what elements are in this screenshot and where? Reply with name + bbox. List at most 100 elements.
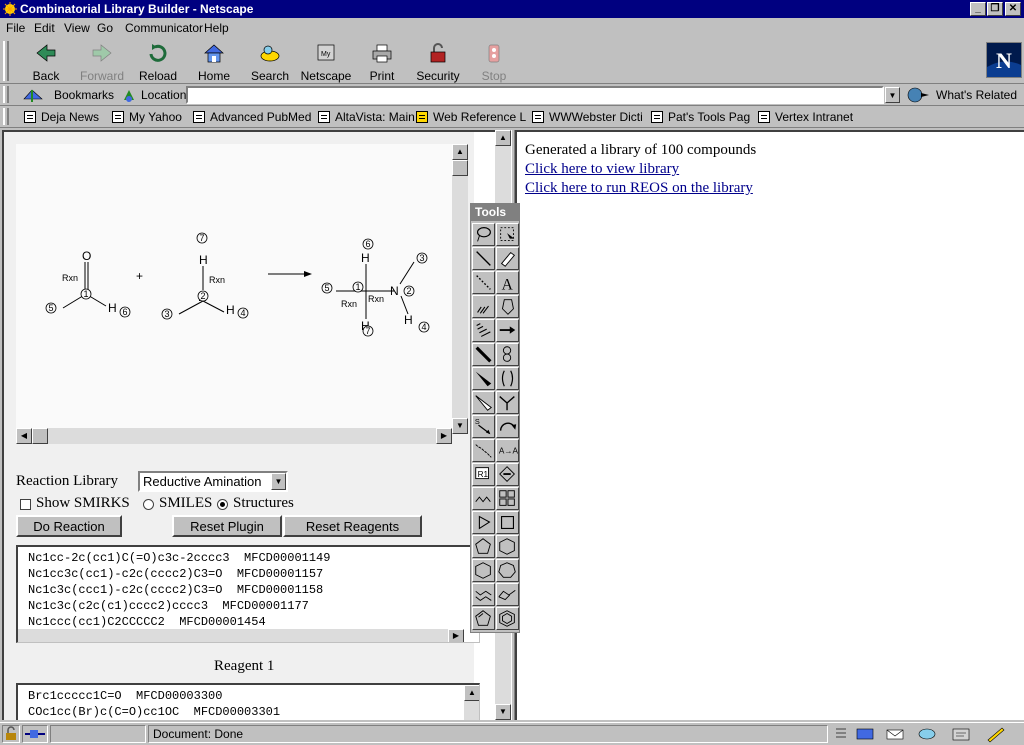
scroll-left-arrow[interactable]: ◀ [16,428,32,444]
bookmark-web-reference[interactable]: Web Reference L [416,110,526,124]
eraser-button[interactable] [496,247,519,270]
play-button[interactable] [472,511,495,534]
cycloheptane-button[interactable] [496,559,519,582]
menu-edit[interactable]: Edit [34,21,55,35]
list-vertical-scrollbar[interactable]: ▲ [464,685,479,720]
cyclohexane-button[interactable] [496,535,519,558]
scroll-up-arrow[interactable]: ▲ [464,685,479,701]
print-button[interactable]: Print [354,42,410,83]
scroll-right-arrow[interactable]: ▶ [436,428,452,444]
template-tool-button[interactable] [496,487,519,510]
show-smirks-checkbox[interactable] [20,499,31,510]
select-dropdown-icon[interactable]: ▼ [271,473,286,490]
menu-communicator[interactable]: Communicator [125,21,203,35]
security-status-icon[interactable] [2,725,20,743]
structures-radio[interactable] [217,499,228,510]
reset-plugin-button[interactable]: Reset Plugin [172,515,282,537]
canvas-horizontal-scrollbar[interactable]: ◀ ▶ [16,428,452,444]
stereo-bond-button[interactable]: S [472,415,495,438]
scroll-thumb[interactable] [32,428,48,444]
cyclopentane-button[interactable] [472,535,495,558]
arrow-tool-button[interactable] [496,319,519,342]
lasso-tool-button[interactable] [472,223,495,246]
location-grip[interactable] [3,86,9,103]
edit-pencil-icon[interactable] [984,725,1008,743]
bookmark-pats-tools[interactable]: Pat's Tools Pag [651,110,750,124]
personal-grip[interactable] [3,108,9,125]
netscape-logo[interactable]: N [986,42,1022,78]
back-button[interactable]: Back [18,42,74,83]
forward-button[interactable]: Forward [74,42,130,83]
bookmark-vertex-intranet[interactable]: Vertex Intranet [758,110,853,124]
ring-chair-button[interactable] [496,583,519,606]
do-reaction-button[interactable]: Do Reaction [16,515,122,537]
bookmark-webster[interactable]: WWWebster Dicti [532,110,643,124]
bookmark-advanced-pubmed[interactable]: Advanced PubMed [193,110,311,124]
location-dropdown-button[interactable]: ▼ [885,87,900,103]
bracket-tool-button[interactable] [496,367,519,390]
scroll-right-arrow[interactable]: ▶ [448,629,464,642]
bookmark-altavista[interactable]: AltaVista: Main [318,110,415,124]
wavy-bond-button[interactable] [472,439,495,462]
hashed-bond-button[interactable] [472,295,495,318]
r-group-button[interactable]: R1 [472,463,495,486]
arc-tool-button[interactable] [496,415,519,438]
close-button[interactable]: ✕ [1005,2,1021,16]
dashed-bond-button[interactable] [472,271,495,294]
reagent-list-2[interactable]: Brc1ccccc1C=O MFCD00003300 COc1cc(Br)c(C… [16,683,480,720]
cyclohexane-alt-button[interactable] [472,559,495,582]
bookmark-my-yahoo[interactable]: My Yahoo [112,110,182,124]
cyclopentadiene-button[interactable] [472,607,495,630]
hollow-wedge-button[interactable] [472,391,495,414]
location-input[interactable] [186,86,884,104]
scroll-up-arrow[interactable]: ▲ [495,130,511,146]
mailbox-icon[interactable] [884,725,906,743]
query-tool-button[interactable] [496,463,519,486]
menu-file[interactable]: File [6,21,25,35]
rectangle-button[interactable] [496,511,519,534]
cyclooctane-button[interactable] [472,583,495,606]
reaction-canvas[interactable]: O H H N H + H H N H Rxn Rxn Rxn Rxn [16,144,454,434]
stop-button[interactable]: Stop [466,42,522,83]
benzene-button[interactable] [496,607,519,630]
text-tool-button[interactable]: A [496,271,519,294]
netscape-button[interactable]: My Netscape [298,42,354,83]
reset-reagents-button[interactable]: Reset Reagents [283,515,422,537]
bold-bond-button[interactable] [472,343,495,366]
reaction-library-select[interactable]: Reductive Amination ▼ [138,471,288,492]
discussion-icon[interactable] [916,725,938,743]
minimize-button[interactable]: _ [970,2,986,16]
scroll-down-arrow[interactable]: ▼ [495,704,511,720]
chain-bond-button[interactable] [472,487,495,510]
orbital-tool-button[interactable] [496,343,519,366]
home-button[interactable]: Home [186,42,242,83]
security-button[interactable]: Security [410,42,466,83]
run-reos-link[interactable]: Click here to run REOS on the library [525,180,753,197]
maximize-button[interactable]: ❐ [987,2,1003,16]
tools-title[interactable]: Tools [471,204,519,221]
chain-tool-button[interactable] [496,391,519,414]
menu-view[interactable]: View [64,21,90,35]
select-tool-button[interactable] [496,223,519,246]
bookmarks-button[interactable]: Bookmarks [54,88,114,102]
list-horizontal-scrollbar[interactable]: ▶ [18,629,464,642]
atom-map-button[interactable]: A→A [496,439,519,462]
menu-help[interactable]: Help [204,21,229,35]
hashed-wedge-button[interactable] [472,319,495,342]
scroll-up-arrow[interactable]: ▲ [452,144,468,160]
reagent-list-1[interactable]: Nc1cc-2c(cc1)C(=O)c3c-2cccc3 MFCD0000114… [16,545,480,643]
single-bond-button[interactable] [472,247,495,270]
navigator-icon[interactable] [854,725,876,743]
page-proxy-icon[interactable] [121,87,137,103]
component-grip-icon[interactable] [832,725,850,743]
composer-icon[interactable] [950,725,972,743]
scroll-down-arrow[interactable]: ▼ [452,418,468,434]
pen-tool-button[interactable] [496,295,519,318]
scroll-thumb[interactable] [452,160,468,176]
reload-button[interactable]: Reload [130,42,186,83]
canvas-vertical-scrollbar[interactable]: ▲ ▼ [452,144,468,434]
wedge-bond-button[interactable] [472,367,495,390]
search-button[interactable]: Search [242,42,298,83]
view-library-link[interactable]: Click here to view library [525,161,679,178]
whats-related-button[interactable]: What's Related [936,88,1017,102]
